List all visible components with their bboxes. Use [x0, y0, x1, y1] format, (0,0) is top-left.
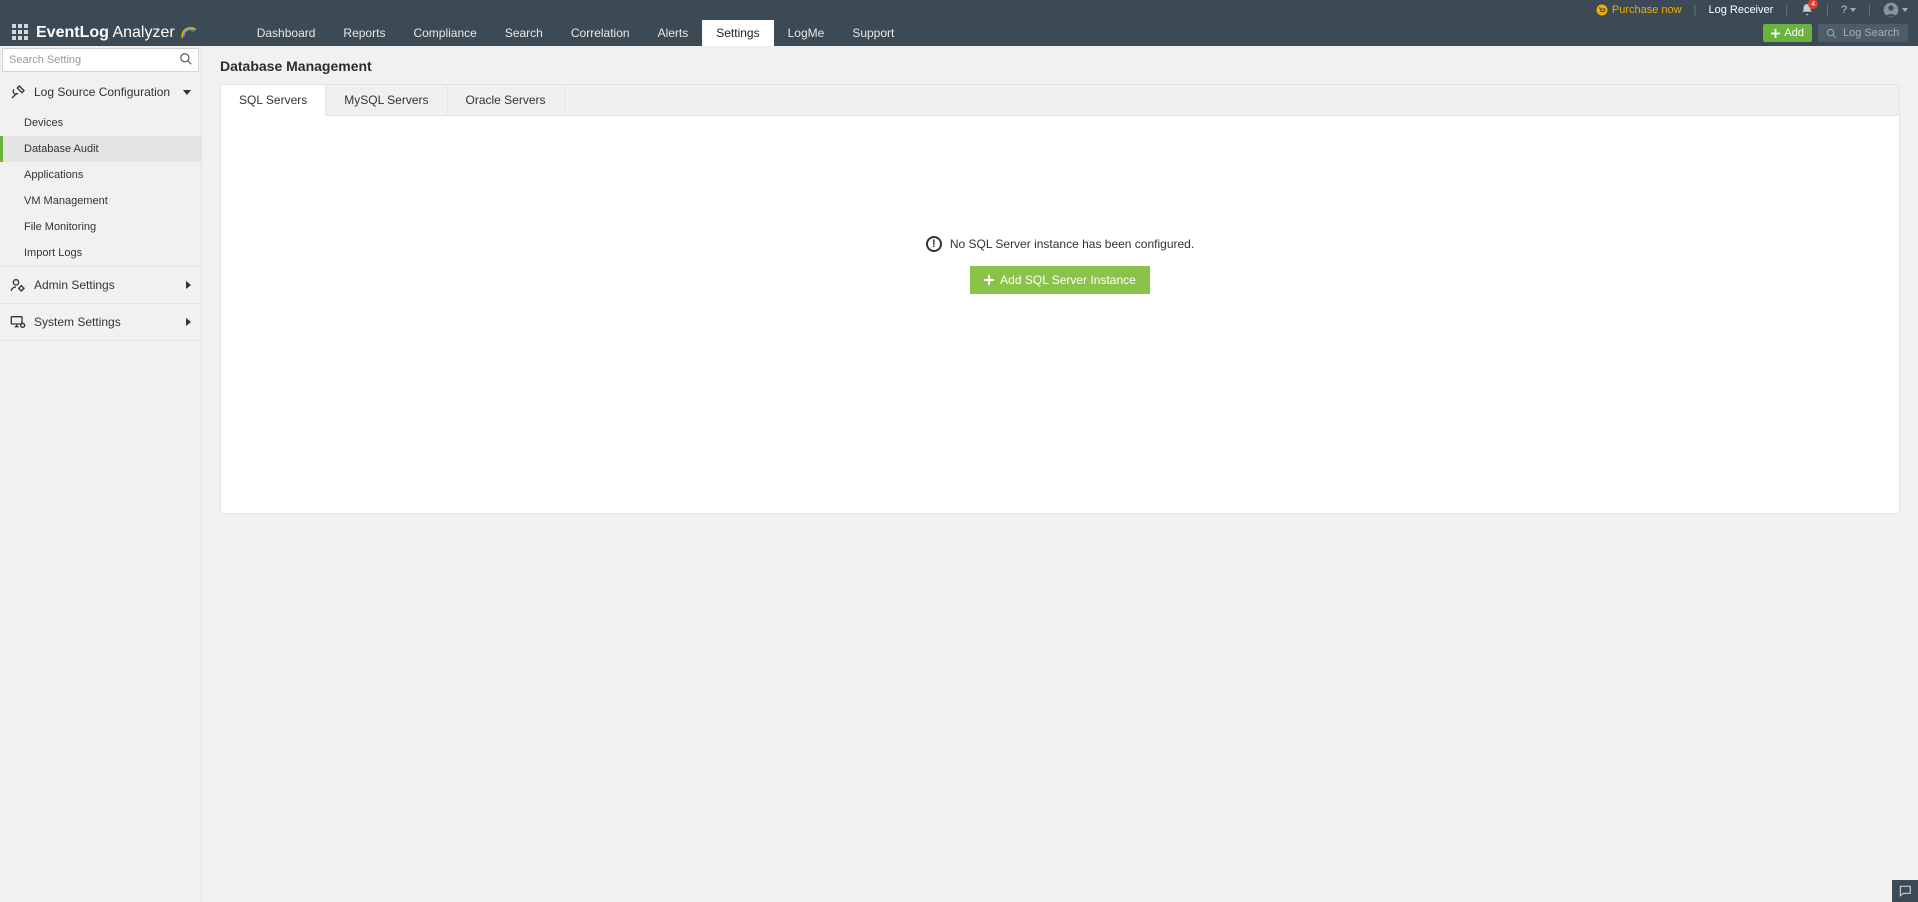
notification-button[interactable]: 4 — [1800, 3, 1814, 17]
sidebar: Log Source Configuration Devices Databas… — [0, 46, 202, 902]
tab-search[interactable]: Search — [491, 20, 557, 46]
monitor-gear-icon — [10, 314, 26, 330]
chat-icon — [1898, 884, 1912, 898]
tab-dashboard[interactable]: Dashboard — [243, 20, 330, 46]
subtab-oracle-servers[interactable]: Oracle Servers — [448, 85, 565, 115]
purchase-now-label: Purchase now — [1612, 4, 1682, 16]
panel: SQL Servers MySQL Servers Oracle Servers… — [220, 84, 1900, 514]
add-sql-instance-button[interactable]: Add SQL Server Instance — [970, 266, 1150, 294]
main-layout: Log Source Configuration Devices Databas… — [0, 46, 1918, 902]
tab-logme[interactable]: LogMe — [774, 20, 839, 46]
top-util-bar: Purchase now | Log Receiver | 4 | ? | — [0, 0, 1918, 20]
info-icon: ! — [926, 236, 942, 252]
brand-logo[interactable]: EventLog Analyzer — [36, 20, 219, 46]
brand-a: EventLog — [36, 24, 109, 41]
caret-down-icon — [1902, 8, 1908, 12]
brand-swirl-icon — [179, 23, 199, 43]
search-setting-wrap — [2, 48, 199, 72]
tools-icon — [10, 84, 26, 100]
tab-settings[interactable]: Settings — [702, 20, 773, 46]
brand-b: Analyzer — [112, 24, 174, 41]
help-label: ? — [1841, 4, 1847, 16]
search-setting-input[interactable] — [2, 48, 199, 72]
purchase-now-link[interactable]: Purchase now — [1596, 4, 1682, 16]
separator: | — [1826, 4, 1829, 16]
tab-support[interactable]: Support — [838, 20, 908, 46]
search-icon — [179, 52, 193, 66]
content-area: Database Management SQL Servers MySQL Se… — [202, 46, 1918, 902]
log-search-button[interactable]: Log Search — [1818, 24, 1908, 42]
add-button[interactable]: Add — [1763, 24, 1812, 42]
sidebar-head-admin[interactable]: Admin Settings — [0, 267, 201, 303]
plus-icon — [984, 275, 994, 285]
sidebar-section-system: System Settings — [0, 304, 201, 341]
subtab-sql-servers[interactable]: SQL Servers — [221, 85, 326, 116]
sidebar-item-file-monitoring[interactable]: File Monitoring — [0, 214, 201, 240]
user-icon — [1883, 2, 1899, 18]
sidebar-item-import-logs[interactable]: Import Logs — [0, 240, 201, 266]
empty-message-row: ! No SQL Server instance has been config… — [221, 236, 1899, 252]
sidebar-head-label: Admin Settings — [34, 278, 115, 292]
tab-compliance[interactable]: Compliance — [399, 20, 490, 46]
sidebar-section-log-source: Log Source Configuration Devices Databas… — [0, 74, 201, 267]
add-instance-label: Add SQL Server Instance — [1000, 273, 1136, 287]
separator: | — [1694, 4, 1697, 16]
separator: | — [1868, 4, 1871, 16]
subtabs: SQL Servers MySQL Servers Oracle Servers — [221, 85, 1899, 116]
caret-down-icon — [1850, 8, 1856, 12]
sidebar-items-log-source: Devices Database Audit Applications VM M… — [0, 110, 201, 266]
tab-correlation[interactable]: Correlation — [557, 20, 644, 46]
tab-alerts[interactable]: Alerts — [644, 20, 703, 46]
empty-message: No SQL Server instance has been configur… — [950, 237, 1194, 251]
sidebar-item-applications[interactable]: Applications — [0, 162, 201, 188]
nav-right: Add Log Search — [1763, 20, 1918, 46]
apps-grid-icon[interactable] — [12, 24, 30, 42]
sidebar-head-system[interactable]: System Settings — [0, 304, 201, 340]
main-nav: EventLog Analyzer Dashboard Reports Comp… — [0, 20, 1918, 46]
empty-state: ! No SQL Server instance has been config… — [221, 116, 1899, 414]
sidebar-item-database-audit[interactable]: Database Audit — [0, 136, 201, 162]
search-icon — [1826, 28, 1837, 39]
sidebar-item-devices[interactable]: Devices — [0, 110, 201, 136]
notification-badge: 4 — [1808, 0, 1818, 9]
sidebar-section-admin: Admin Settings — [0, 267, 201, 304]
feedback-button[interactable] — [1892, 880, 1918, 902]
chevron-right-icon — [186, 281, 191, 289]
nav-tabs: Dashboard Reports Compliance Search Corr… — [243, 20, 909, 46]
tab-reports[interactable]: Reports — [329, 20, 399, 46]
log-search-label: Log Search — [1843, 27, 1899, 39]
user-menu[interactable] — [1883, 2, 1908, 18]
cart-icon — [1596, 4, 1608, 16]
plus-icon — [1771, 29, 1780, 38]
chevron-right-icon — [186, 318, 191, 326]
separator: | — [1785, 4, 1788, 16]
help-menu[interactable]: ? — [1841, 4, 1856, 16]
chevron-down-icon — [183, 90, 191, 95]
user-gear-icon — [10, 277, 26, 293]
sidebar-item-vm-management[interactable]: VM Management — [0, 188, 201, 214]
sidebar-head-label: System Settings — [34, 315, 121, 329]
sidebar-head-log-source[interactable]: Log Source Configuration — [0, 74, 201, 110]
sidebar-head-label: Log Source Configuration — [34, 85, 170, 99]
subtab-mysql-servers[interactable]: MySQL Servers — [326, 85, 447, 115]
log-receiver-link[interactable]: Log Receiver — [1708, 4, 1773, 16]
add-label: Add — [1784, 27, 1804, 39]
page-title: Database Management — [220, 58, 1900, 74]
